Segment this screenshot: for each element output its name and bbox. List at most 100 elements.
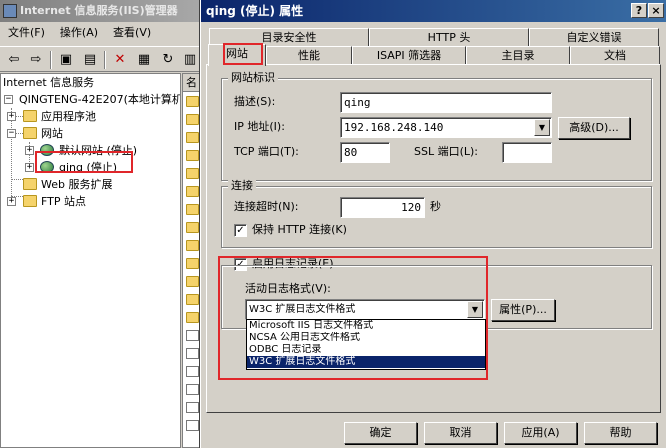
delete-icon[interactable]: ✕ — [110, 50, 130, 70]
folder-icon — [186, 114, 199, 125]
toolbar-separator — [104, 51, 106, 69]
mmc-title: Internet 信息服务(IIS)管理器 — [20, 4, 178, 17]
expand-icon[interactable]: + — [25, 163, 34, 172]
tree-label: 网站 — [41, 127, 63, 140]
ip-address-dropdown[interactable]: 192.168.248.140 ▼ — [340, 117, 552, 138]
connection-group: 连接 — [221, 179, 652, 248]
tab-isapi-filters[interactable]: ISAPI 筛选器 — [352, 46, 466, 65]
ssl-port-field[interactable] — [502, 142, 552, 163]
keep-alive-checkbox[interactable]: ✓ — [234, 224, 247, 237]
dropdown-arrow-icon[interactable]: ▼ — [534, 119, 550, 136]
folder-icon — [186, 96, 199, 107]
connection-legend: 连接 — [228, 179, 256, 193]
file-icon — [186, 384, 199, 395]
log-format-label: 活动日志格式(V): — [245, 282, 331, 295]
folder-icon — [186, 294, 199, 305]
refresh-icon[interactable]: ↻ — [158, 50, 178, 70]
site-identification-legend: 网站标识 — [228, 71, 278, 85]
log-format-option[interactable]: ODBC 日志记录 — [247, 344, 485, 356]
menu-file[interactable]: 文件(F) — [0, 22, 52, 44]
folder-icon — [186, 168, 199, 179]
advanced-button[interactable]: 高级(D)... — [558, 117, 630, 139]
mmc-title-bar: Internet 信息服务(IIS)管理器 — [0, 0, 200, 22]
dropdown-arrow-icon[interactable]: ▼ — [467, 301, 483, 318]
timeout-unit-label: 秒 — [430, 200, 441, 213]
file-icon — [186, 330, 199, 341]
tab-home-directory[interactable]: 主目录 — [466, 46, 570, 65]
log-format-dropdown[interactable]: W3C 扩展日志文件格式 ▼ — [245, 299, 485, 320]
ssl-port-label: SSL 端口(L): — [414, 145, 479, 158]
folder-icon — [186, 150, 199, 161]
folder-icon — [186, 312, 199, 323]
tab-http-headers[interactable]: HTTP 头 — [369, 28, 529, 47]
folder-icon — [23, 127, 37, 139]
file-icon — [186, 420, 199, 431]
folder-icon — [186, 222, 199, 233]
ip-address-label: IP 地址(I): — [234, 120, 285, 133]
tcp-port-field[interactable]: 80 — [340, 142, 390, 163]
folder-icon — [186, 258, 199, 269]
tab-documents[interactable]: 文档 — [570, 46, 660, 65]
file-icon — [186, 402, 199, 413]
show-tree-icon[interactable]: ▤ — [80, 50, 100, 70]
folder-icon — [23, 110, 37, 122]
close-button[interactable]: × — [648, 3, 664, 18]
description-label: 描述(S): — [234, 95, 276, 108]
log-format-options-list: Microsoft IIS 日志文件格式 NCSA 公用日志文件格式 ODBC … — [246, 319, 486, 370]
back-arrow-icon[interactable]: ⇦ — [4, 50, 24, 70]
website-globe-icon — [40, 144, 54, 156]
ip-address-value: 192.168.248.140 — [344, 121, 444, 134]
mmc-menu-bar: 文件(F) 操作(A) 查看(V) — [0, 22, 200, 44]
forward-arrow-icon[interactable]: ⇨ — [26, 50, 46, 70]
log-format-option[interactable]: Microsoft IIS 日志文件格式 — [247, 320, 485, 332]
website-globe-icon — [40, 161, 54, 173]
tab-custom-errors[interactable]: 自定义错误 — [529, 28, 659, 47]
tab-performance[interactable]: 性能 — [266, 46, 352, 65]
tree-label: FTP 站点 — [41, 195, 86, 208]
apply-button[interactable]: 应用(A) — [504, 422, 577, 444]
menu-action[interactable]: 操作(A) — [52, 22, 105, 44]
toolbar-separator — [50, 51, 52, 69]
tree-label: QINGTENG-42E207(本地计算机) — [19, 93, 181, 106]
log-format-option-selected[interactable]: W3C 扩展日志文件格式 — [247, 356, 485, 368]
mmc-toolbar: ⇦ ⇨ ▣ ▤ ✕ ▦ ↻ ▥ — [0, 46, 200, 72]
menu-view[interactable]: 查看(V) — [105, 22, 158, 44]
expand-icon[interactable]: + — [7, 112, 16, 121]
expand-icon[interactable]: + — [7, 197, 16, 206]
site-properties-dialog: qing (停止) 属性 ? × 目录安全性 HTTP 头 自定义错误 网站 性… — [200, 0, 666, 448]
connection-timeout-field[interactable]: 120 — [340, 197, 425, 218]
tree-item-iis-root[interactable]: Internet 信息服务 — [3, 74, 94, 91]
log-format-option[interactable]: NCSA 公用日志文件格式 — [247, 332, 485, 344]
ok-button[interactable]: 确定 — [344, 422, 417, 444]
tree-label: 默认网站 (停止) — [59, 144, 138, 157]
file-icon — [186, 348, 199, 359]
folder-icon — [23, 178, 37, 190]
description-field[interactable]: qing — [340, 92, 552, 113]
folder-icon — [186, 240, 199, 251]
list-pane: 名 — [182, 73, 202, 448]
folder-icon — [186, 204, 199, 215]
help-button[interactable]: ? — [631, 3, 647, 18]
cancel-button[interactable]: 取消 — [424, 422, 497, 444]
log-format-value: W3C 扩展日志文件格式 — [249, 304, 356, 315]
tree-pane: Internet 信息服务 − QINGTENG-42E207(本地计算机) +… — [0, 73, 181, 448]
up-folder-icon[interactable]: ▣ — [56, 50, 76, 70]
collapse-icon[interactable]: − — [7, 129, 16, 138]
keep-alive-label: 保持 HTTP 连接(K) — [252, 223, 347, 236]
tab-website[interactable]: 网站 — [208, 44, 266, 66]
tree-label: 应用程序池 — [41, 110, 96, 123]
dialog-title-bar: qing (停止) 属性 ? × — [201, 0, 666, 22]
folder-icon — [186, 276, 199, 287]
folder-icon — [186, 132, 199, 143]
dialog-title: qing (停止) 属性 — [206, 4, 304, 18]
log-properties-button[interactable]: 属性(P)... — [491, 299, 555, 321]
expand-icon[interactable]: + — [25, 146, 34, 155]
properties-icon[interactable]: ▦ — [134, 50, 154, 70]
tree-label: Web 服务扩展 — [41, 178, 113, 191]
tree-label: Internet 信息服务 — [3, 76, 95, 89]
export-icon[interactable]: ▥ — [180, 50, 200, 70]
tree-label: qing (停止) — [59, 161, 118, 174]
iis-app-icon — [3, 4, 17, 18]
file-icon — [186, 366, 199, 377]
help-button[interactable]: 帮助 — [584, 422, 657, 444]
